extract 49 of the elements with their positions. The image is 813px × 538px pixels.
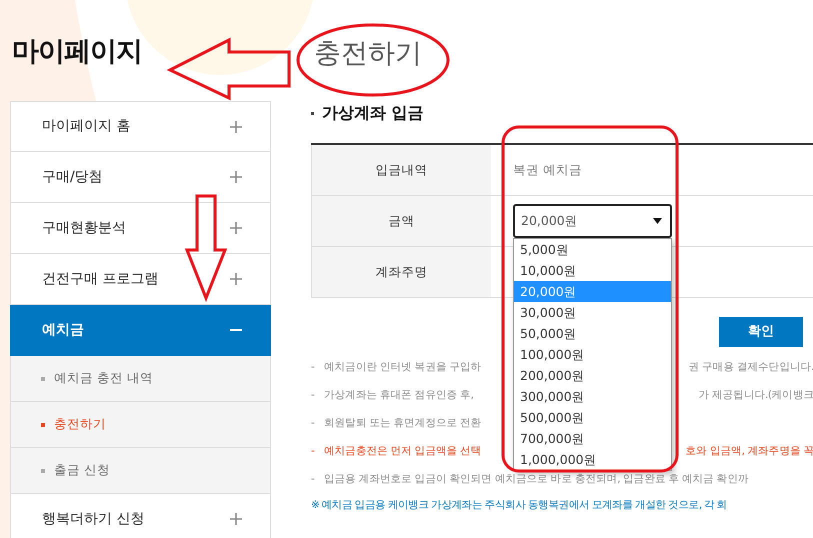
dropdown-option[interactable]: 30,000원 bbox=[514, 302, 671, 323]
form-label: 금액 bbox=[311, 196, 491, 246]
form-value: 복권 예치금 bbox=[513, 160, 582, 179]
sidebar-item[interactable]: 구매현황분석 bbox=[10, 203, 271, 254]
sidebar-title: 마이페이지 bbox=[12, 35, 143, 69]
note-text: 권 구매용 결제수단입니다. bbox=[688, 360, 813, 376]
submenu-item[interactable]: 예치금 충전 내역 bbox=[10, 356, 271, 402]
dropdown-option[interactable]: 50,000원 bbox=[514, 323, 671, 344]
dropdown-option[interactable]: 10,000원 bbox=[514, 260, 671, 281]
note-text: 호와 입금액, 계좌주명을 꼭 bbox=[686, 444, 813, 460]
section-title: 가상계좌 입금 bbox=[322, 102, 424, 124]
sidebar-item[interactable]: 예치금 bbox=[10, 305, 271, 356]
submenu-item[interactable]: 출금 신청 bbox=[10, 448, 271, 494]
dropdown-option[interactable]: 700,000원 bbox=[514, 428, 671, 449]
note-text: 회원탈퇴 또는 휴면계정으로 전환 bbox=[324, 416, 482, 432]
sidebar-item[interactable]: 건전구매 프로그램 bbox=[10, 254, 271, 305]
dropdown-option[interactable]: 5,000원 bbox=[514, 239, 671, 260]
sidebar-item[interactable]: 구매/당첨 bbox=[10, 152, 271, 203]
note-text: 가 제공됩니다.(케이뱅크 bbox=[698, 388, 813, 404]
dash-mark: - bbox=[311, 444, 316, 460]
dash-mark: - bbox=[311, 416, 316, 432]
expand-icon bbox=[230, 222, 242, 234]
note-text: 예치금충전은 먼저 입금액을 선택 bbox=[324, 444, 482, 460]
note-text: 입금용 계좌번호로 입금이 확인되면 예치금으로 바로 충전되며, 입금완료 후 예치금 확인까 bbox=[324, 472, 749, 488]
dropdown-option[interactable]: 200,000원 bbox=[514, 365, 671, 386]
dropdown-option[interactable]: 300,000원 bbox=[514, 386, 671, 407]
sidebar-item[interactable]: 마이페이지 홈 bbox=[10, 101, 271, 152]
dropdown-option[interactable]: 500,000원 bbox=[514, 407, 671, 428]
sidebar-item[interactable]: 행복더하기 신청 bbox=[10, 494, 271, 538]
dash-mark: - bbox=[311, 388, 316, 404]
expand-icon bbox=[230, 273, 242, 285]
note-text: 예치금이란 인터넷 복권을 구입하 bbox=[324, 360, 482, 376]
form-label: 입금내역 bbox=[311, 145, 491, 195]
amount-select[interactable]: 20,000원 bbox=[513, 204, 672, 238]
form-label: 계좌주명 bbox=[311, 247, 491, 297]
note-text: 가상계좌는 휴대폰 점유인증 후, bbox=[324, 388, 474, 404]
page-title: 충전하기 bbox=[314, 37, 423, 71]
dropdown-option[interactable]: 100,000원 bbox=[514, 344, 671, 365]
bullet-icon bbox=[311, 112, 314, 114]
expand-icon bbox=[230, 171, 242, 183]
expand-icon bbox=[230, 513, 242, 525]
expand-icon bbox=[230, 120, 242, 132]
submenu-item[interactable]: 충전하기 bbox=[10, 402, 271, 448]
confirm-button[interactable]: 확인 bbox=[719, 317, 803, 347]
dash-mark: - bbox=[311, 360, 316, 376]
footnote-text: ※ 예치금 입금용 케이뱅크 가상계좌는 주식회사 동행복권에서 모계좌를 개설한 것으로, 각 회 bbox=[311, 498, 728, 513]
dropdown-caret-icon bbox=[653, 218, 662, 224]
dash-mark: - bbox=[311, 472, 316, 488]
dropdown-option[interactable]: 1,000,000원 bbox=[514, 449, 671, 470]
